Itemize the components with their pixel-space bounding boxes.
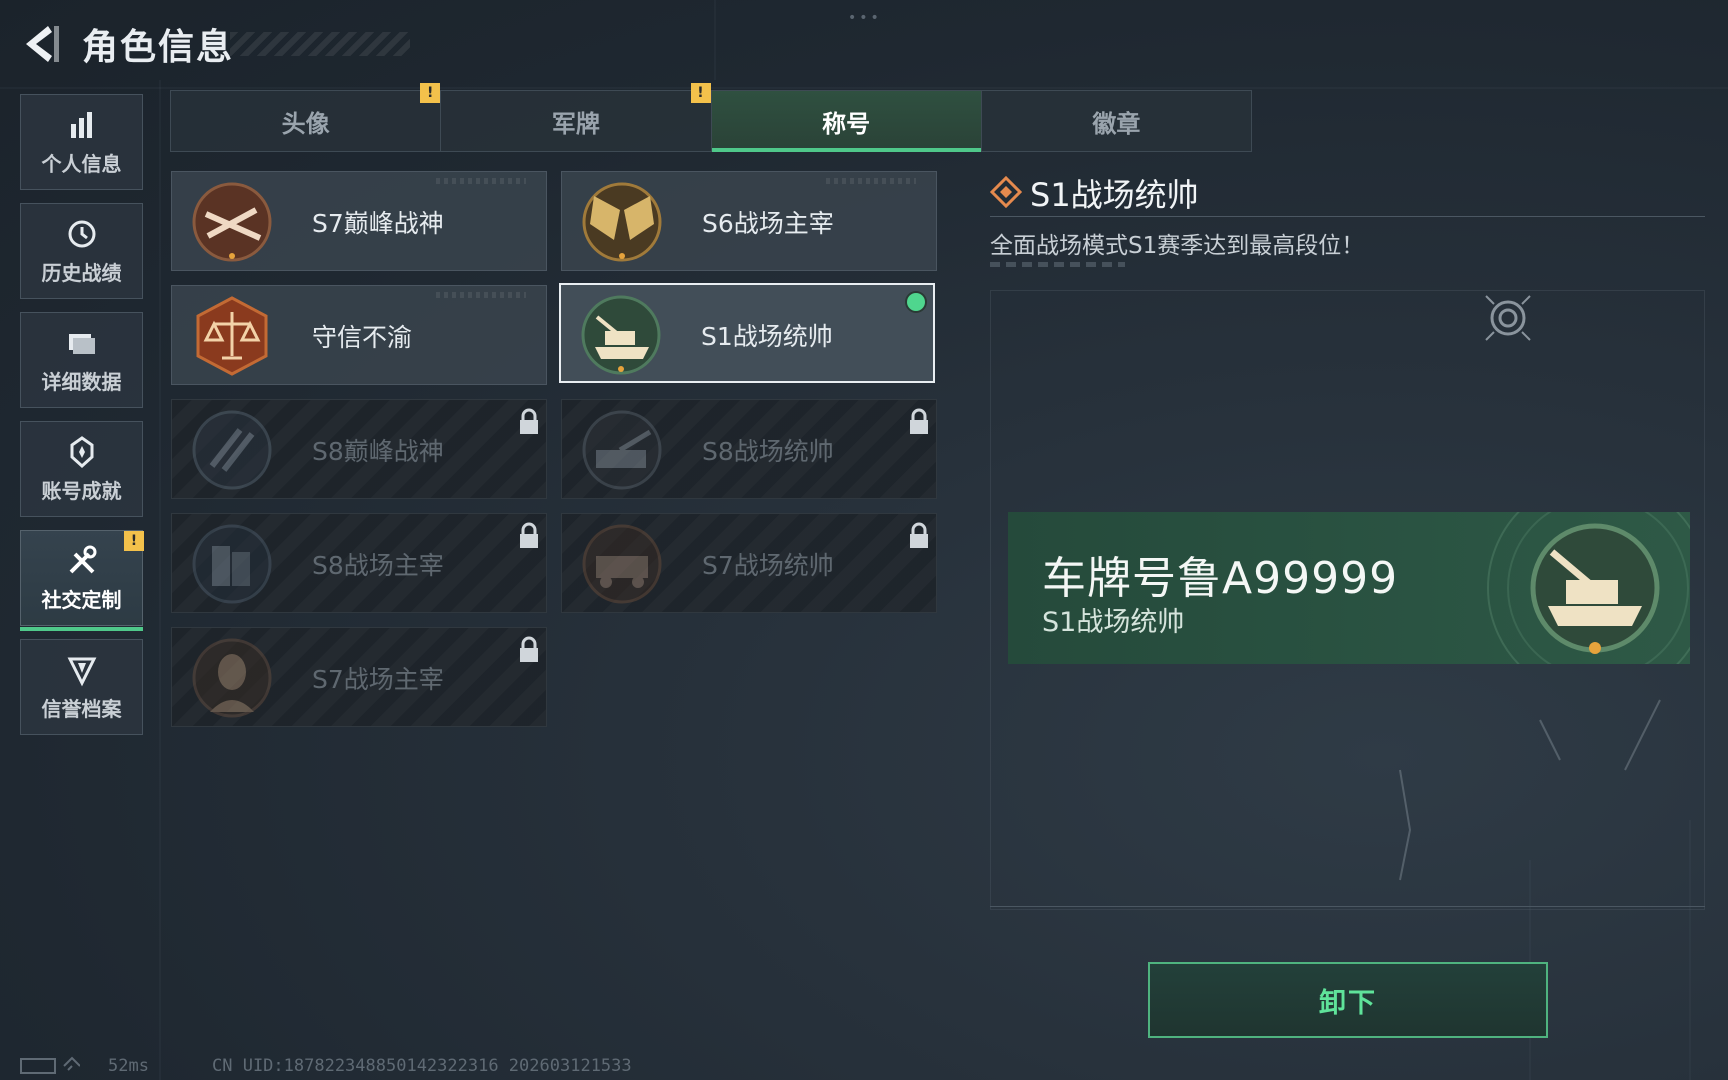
title-decoration [230, 32, 410, 56]
sidebar-item-history[interactable]: 历史战绩 [20, 203, 143, 299]
target-icon [1485, 295, 1531, 341]
category-tabs: 头像 ! 军牌 ! 称号 徽章 [170, 83, 1252, 152]
building-emblem [192, 524, 272, 604]
card-decoration [826, 178, 916, 184]
lock-icon [910, 522, 928, 548]
sidebar-item-detailed-data[interactable]: 详细数据 [20, 312, 143, 408]
title-card-selected[interactable]: S1战场统帅 [559, 283, 935, 383]
card-decoration [436, 292, 526, 298]
divider [990, 216, 1705, 217]
sidebar-item-achievements[interactable]: 账号成就 [20, 421, 143, 517]
title-card[interactable]: S7巅峰战神 [171, 171, 547, 271]
sidebar-item-social-custom[interactable]: 社交定制 ! [20, 530, 144, 631]
lock-icon [520, 408, 538, 434]
user-uid: CN UID:187822348850142322316 20260312153… [212, 1056, 632, 1076]
diamond-title-icon [990, 176, 1022, 208]
title-name: S7巅峰战神 [312, 209, 444, 238]
sidebar-item-label: 社交定制 [41, 587, 122, 612]
title-card[interactable]: 守信不渝 [171, 285, 547, 385]
folder-icon [68, 333, 95, 354]
warning-badge: ! [690, 83, 711, 103]
ping-value: 52ms [108, 1056, 149, 1076]
lock-icon [910, 408, 928, 434]
title-name: S8巅峰战神 [312, 437, 444, 466]
back-arrow-icon [26, 26, 59, 62]
equipped-indicator [907, 293, 925, 311]
title-name: S6战场主宰 [702, 209, 834, 238]
soldier-portrait-emblem [192, 638, 272, 718]
top-dots-decoration: ••• [848, 10, 882, 26]
tab-label: 徽章 [1092, 109, 1141, 138]
title-name: S7战场统帅 [702, 551, 834, 580]
page-title: 角色信息 [82, 27, 235, 68]
crossed-rifles-emblem [192, 182, 272, 262]
title-name: S8战场主宰 [312, 551, 444, 580]
sidebar-item-label: 个人信息 [41, 151, 122, 176]
slash-emblem [192, 410, 272, 490]
shield-emblem-icon [67, 657, 96, 686]
card-decoration [436, 178, 526, 184]
history-clock-icon [68, 220, 95, 247]
title-card-locked[interactable]: S7战场统帅 [561, 513, 937, 613]
sidebar-item-label: 账号成就 [41, 478, 122, 503]
tab-label: 军牌 [551, 109, 600, 138]
tab-dog-tag[interactable]: 军牌 ! [441, 83, 712, 151]
title-preview-plate: 车牌号鲁A99999 S1战场统帅 [1008, 512, 1690, 664]
title-name: S8战场统帅 [702, 437, 834, 466]
tab-label: 称号 [822, 109, 871, 138]
back-button[interactable] [18, 20, 62, 68]
title-card-locked[interactable]: S8战场统帅 [561, 399, 937, 499]
scales-emblem [196, 296, 268, 376]
signal-status-icon [20, 1056, 80, 1074]
artillery-emblem [582, 410, 662, 490]
achievement-badge-icon [70, 435, 93, 468]
title-card[interactable]: S6战场主宰 [561, 171, 937, 271]
tab-medal[interactable]: 徽章 [982, 91, 1251, 151]
detail-title: S1战场统帅 [1030, 176, 1199, 214]
title-card-locked[interactable]: S7战场主宰 [171, 627, 547, 727]
tank-emblem [1530, 523, 1660, 654]
tank-emblem [581, 295, 661, 375]
sidebar-item-label: 详细数据 [41, 369, 122, 394]
sidebar-item-label: 历史战绩 [41, 260, 122, 285]
lock-icon [520, 636, 538, 662]
sidebar-item-credit-record[interactable]: 信誉档案 [20, 639, 143, 735]
title-name: 守信不渝 [312, 323, 413, 352]
unequip-button[interactable]: 卸下 [1148, 962, 1548, 1038]
tools-icon [69, 545, 96, 573]
warning-badge: ! [420, 83, 441, 103]
tab-label: 头像 [281, 109, 330, 138]
tab-title[interactable]: 称号 [711, 91, 982, 152]
crossed-flags-emblem [582, 182, 662, 262]
lock-icon [520, 522, 538, 548]
detail-sub-decoration [990, 262, 1125, 267]
title-card-locked[interactable]: S8巅峰战神 [171, 399, 547, 499]
detail-description: 全面战场模式S1赛季达到最高段位！ [990, 233, 1365, 259]
title-name: S1战场统帅 [701, 322, 833, 351]
warning-badge: ! [124, 531, 144, 551]
armored-car-emblem [582, 524, 662, 604]
plate-number: 车牌号鲁A99999 [1042, 553, 1399, 604]
title-card-locked[interactable]: S8战场主宰 [171, 513, 547, 613]
plate-title: S1战场统帅 [1042, 607, 1185, 638]
bar-chart-icon [70, 111, 92, 138]
sidebar-item-personal-info[interactable]: 个人信息 [20, 94, 143, 190]
divider [990, 906, 1705, 907]
tab-avatar[interactable]: 头像 ! [171, 83, 442, 151]
title-name: S7战场主宰 [312, 665, 444, 694]
sidebar-item-label: 信誉档案 [41, 696, 122, 721]
